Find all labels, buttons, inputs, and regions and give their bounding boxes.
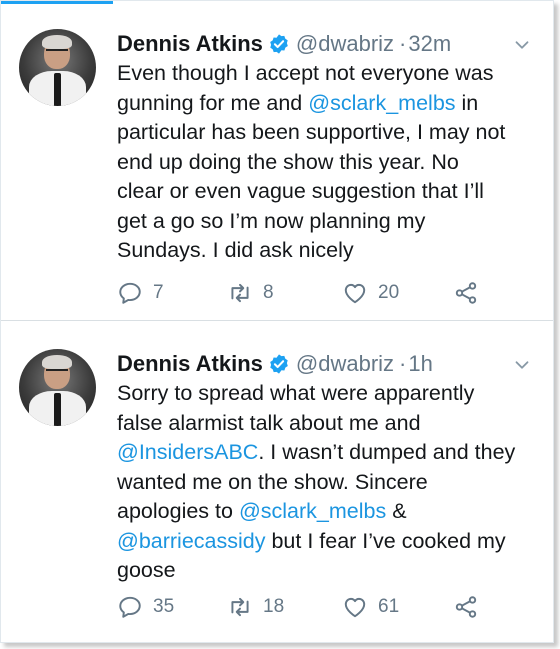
- tweet-text-segment: clear or even vague suggestion that I’ll: [117, 179, 484, 203]
- tweet-time[interactable]: 1h: [408, 351, 432, 377]
- tweet-text-segment: in: [455, 90, 479, 115]
- tweet-text-segment: goose: [117, 558, 176, 582]
- tweet-text-segment: &: [386, 499, 407, 523]
- tweet-text-line: wanted me on the show. Sincere: [117, 468, 537, 498]
- tweet-text-line: false alarmist talk about me and: [117, 409, 537, 439]
- tweet-text-line: apologies to @sclark_melbs &: [117, 497, 537, 527]
- verified-badge-icon: [270, 34, 288, 54]
- timeline-card: Dennis Atkins @dwabriz · 32m Even though…: [0, 0, 554, 643]
- like-button[interactable]: 61: [342, 594, 399, 620]
- heart-icon: [344, 597, 366, 618]
- tweet-text-segment: Sundays. I did ask nicely: [117, 238, 354, 262]
- tweet-text: Even though I accept not everyone was gun…: [117, 59, 537, 266]
- chevron-down-icon[interactable]: [511, 354, 533, 376]
- tweet-text-line: Even though I accept not everyone was: [117, 59, 537, 89]
- author-handle[interactable]: @dwabriz: [296, 31, 394, 57]
- mention-link[interactable]: @sclark_melbs: [239, 499, 386, 523]
- tweet-text: Sorry to spread what were apparently fals…: [117, 379, 537, 586]
- tweet-text-line: @InsidersABC. I wasn’t dumped and they: [117, 438, 537, 468]
- heart-icon: [344, 283, 366, 304]
- like-count: 61: [378, 596, 400, 617]
- retweet-count: 18: [263, 596, 285, 617]
- avatar[interactable]: [19, 349, 96, 426]
- tweet-text-line: Sorry to spread what were apparently: [117, 379, 537, 409]
- reply-button[interactable]: 7: [117, 280, 164, 306]
- verified-badge-icon: [270, 354, 288, 374]
- mention-link[interactable]: @InsidersABC: [117, 440, 258, 464]
- separator: ·: [399, 351, 407, 376]
- tweet-time[interactable]: 32m: [408, 31, 451, 57]
- retweet-icon: [231, 283, 249, 303]
- tweet-header: Dennis Atkins @dwabriz · 32m: [117, 29, 451, 59]
- tweet-text-line: Sundays. I did ask nicely: [117, 236, 537, 266]
- mention-link[interactable]: @barriecassidy: [117, 529, 265, 553]
- tweet-actions: 7 8 20: [117, 280, 517, 308]
- retweet-icon: [231, 597, 249, 617]
- mention-link[interactable]: @sclark_melbs: [308, 91, 455, 115]
- share-icon[interactable]: [453, 280, 479, 306]
- tweet-text-segment: Even though I accept not everyone was: [117, 61, 494, 85]
- tweet-text-line: goose: [117, 556, 537, 586]
- chevron-down-icon[interactable]: [511, 34, 533, 56]
- tweet-text-line: get a go so I’m now planning my: [117, 207, 537, 237]
- tweet-text-line: particular has been supportive, I may no…: [117, 118, 537, 148]
- tweet-text-segment: Sorry to spread what were apparently: [117, 381, 475, 405]
- reply-icon: [119, 596, 141, 618]
- tweet-text-segment: false alarmist talk about me and: [117, 410, 421, 435]
- tweet-text-segment: particular has been supportive, I may no…: [117, 120, 506, 144]
- loading-bar: [1, 1, 113, 4]
- retweet-button[interactable]: 8: [227, 280, 274, 306]
- tweet-text-line: end up doing the show this year. No: [117, 148, 537, 178]
- separator: ·: [399, 31, 407, 56]
- tweet-header: Dennis Atkins @dwabriz · 1h: [117, 349, 433, 379]
- reply-count: 35: [153, 596, 175, 617]
- tweet-actions: 35 18 61: [117, 594, 517, 622]
- reply-button[interactable]: 35: [117, 594, 174, 620]
- author-name[interactable]: Dennis Atkins: [117, 351, 263, 377]
- tweet-text-line: clear or even vague suggestion that I’ll: [117, 177, 537, 207]
- author-handle[interactable]: @dwabriz: [296, 351, 394, 377]
- tweet-text-segment: wanted me on the show. Sincere: [117, 469, 428, 494]
- share-icon[interactable]: [453, 594, 479, 620]
- tweet-text-segment: but I fear I’ve cooked my: [265, 528, 506, 553]
- reply-count: 7: [153, 282, 164, 303]
- like-button[interactable]: 20: [342, 280, 399, 306]
- tweet-text-segment: apologies to: [117, 499, 239, 523]
- tweet-text-segment: . I wasn’t dumped and they: [258, 440, 516, 464]
- retweet-button[interactable]: 18: [227, 594, 284, 620]
- avatar[interactable]: [19, 29, 96, 106]
- tweet-text-segment: gunning for me and: [117, 90, 309, 115]
- retweet-count: 8: [263, 282, 274, 303]
- reply-icon: [119, 282, 141, 304]
- tweet-text-line: gunning for me and @sclark_melbs in: [117, 89, 537, 119]
- tweet-text-line: @barriecassidy but I fear I’ve cooked my: [117, 527, 537, 557]
- author-name[interactable]: Dennis Atkins: [117, 31, 263, 57]
- like-count: 20: [378, 282, 400, 303]
- tweet-divider: [1, 320, 553, 321]
- tweet-text-segment: end up doing the show this year. No: [117, 149, 459, 174]
- tweet-text-segment: get a go so I’m now planning my: [117, 208, 426, 233]
